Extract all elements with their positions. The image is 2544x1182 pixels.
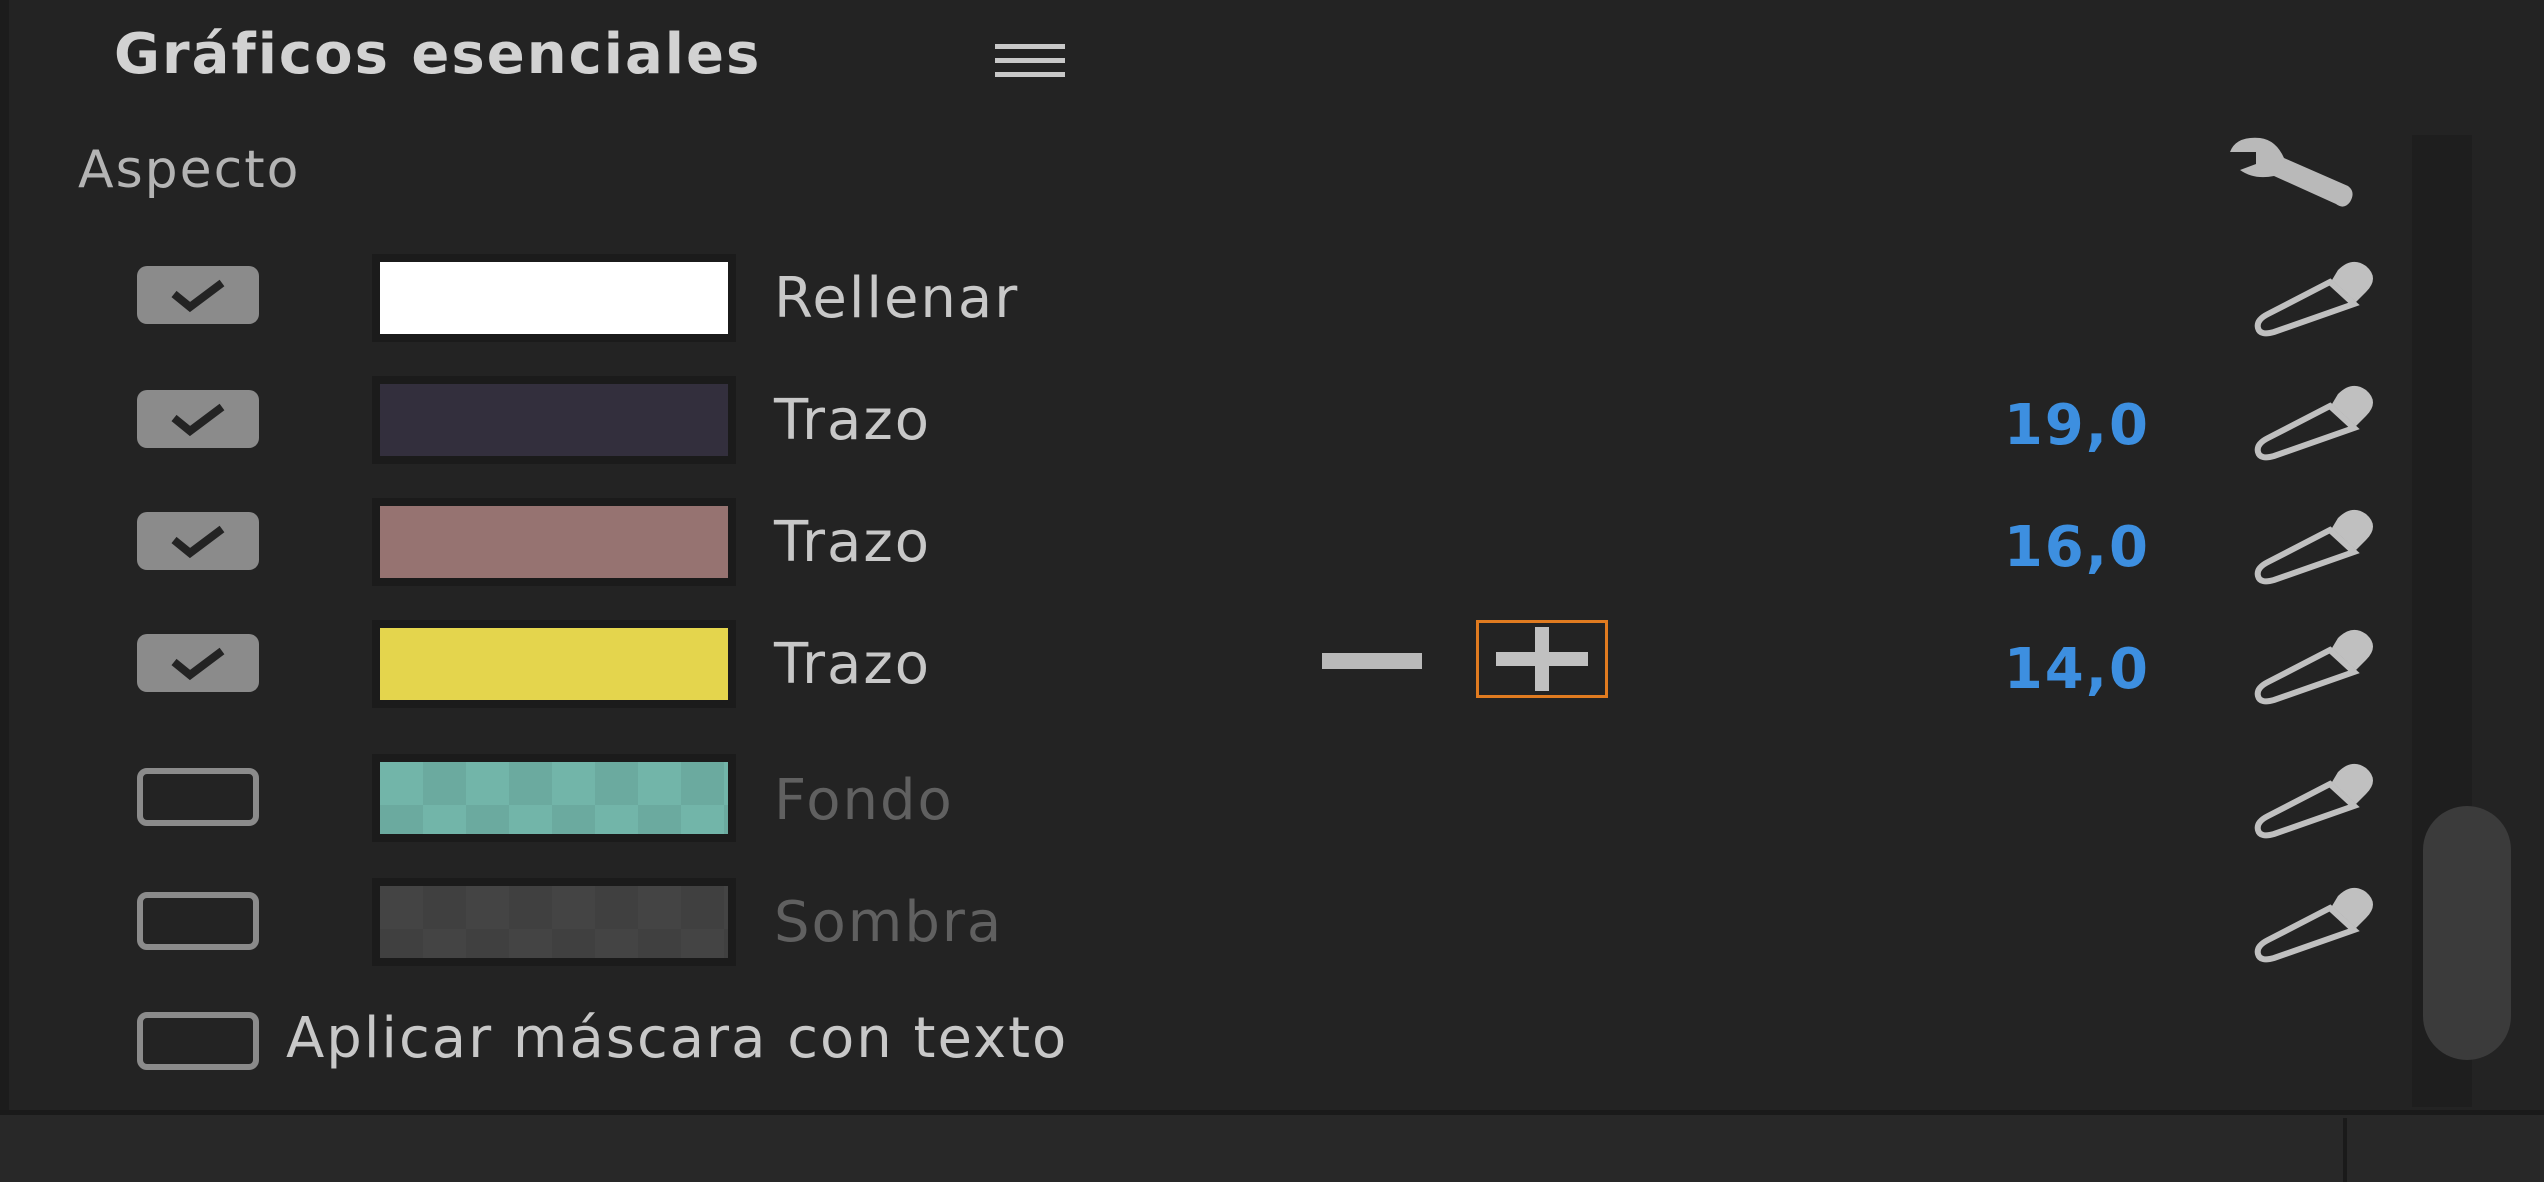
checkmark-icon (171, 647, 225, 681)
background-label: Fondo (774, 768, 954, 833)
stroke-3-checkbox[interactable] (137, 634, 259, 692)
checkmark-icon (171, 279, 225, 313)
checkmark-icon (171, 525, 225, 559)
fill-color-swatch[interactable] (372, 254, 736, 342)
hamburger-icon[interactable] (995, 44, 1065, 78)
section-title: Aspecto (78, 140, 301, 200)
shadow-checkbox[interactable] (137, 892, 259, 950)
eyedropper-icon[interactable] (2252, 626, 2382, 706)
remove-stroke-button[interactable] (1322, 653, 1422, 669)
fill-checkbox[interactable] (137, 266, 259, 324)
eyedropper-icon[interactable] (2252, 884, 2382, 964)
bottom-bar (0, 1115, 2544, 1182)
panel-title: Gráficos esenciales (114, 22, 762, 87)
eyedropper-icon[interactable] (2252, 506, 2382, 586)
mask-with-text-label: Aplicar máscara con texto (286, 1006, 1069, 1071)
eyedropper-icon[interactable] (2252, 258, 2382, 338)
eyedropper-icon[interactable] (2252, 382, 2382, 462)
stroke-2-width-value[interactable]: 16,0 (1960, 515, 2150, 580)
stroke-3-width-value[interactable]: 14,0 (1960, 637, 2150, 702)
stroke-2-checkbox[interactable] (137, 512, 259, 570)
stroke-1-label: Trazo (774, 388, 931, 453)
panel-left-edge (0, 0, 9, 1112)
bottom-bar-divider (2343, 1118, 2347, 1182)
wrench-icon[interactable] (2226, 130, 2356, 210)
eyedropper-icon[interactable] (2252, 760, 2382, 840)
shadow-label: Sombra (774, 890, 1004, 955)
stroke-3-color-swatch[interactable] (372, 620, 736, 708)
fill-label: Rellenar (774, 266, 1020, 331)
mask-with-text-checkbox[interactable] (137, 1012, 259, 1070)
background-checkbox[interactable] (137, 768, 259, 826)
stroke-3-label: Trazo (774, 632, 931, 697)
scrollbar-thumb[interactable] (2423, 806, 2511, 1060)
add-stroke-button[interactable] (1476, 620, 1608, 698)
stroke-2-label: Trazo (774, 510, 931, 575)
stroke-1-color-swatch[interactable] (372, 376, 736, 464)
stroke-1-width-value[interactable]: 19,0 (1960, 393, 2150, 458)
checkmark-icon (171, 403, 225, 437)
shadow-color-swatch[interactable] (372, 878, 736, 966)
stroke-2-color-swatch[interactable] (372, 498, 736, 586)
background-color-swatch[interactable] (372, 754, 736, 842)
stroke-1-checkbox[interactable] (137, 390, 259, 448)
essential-graphics-panel: Gráficos esenciales Aspecto Rellenar Tra… (0, 0, 2544, 1112)
